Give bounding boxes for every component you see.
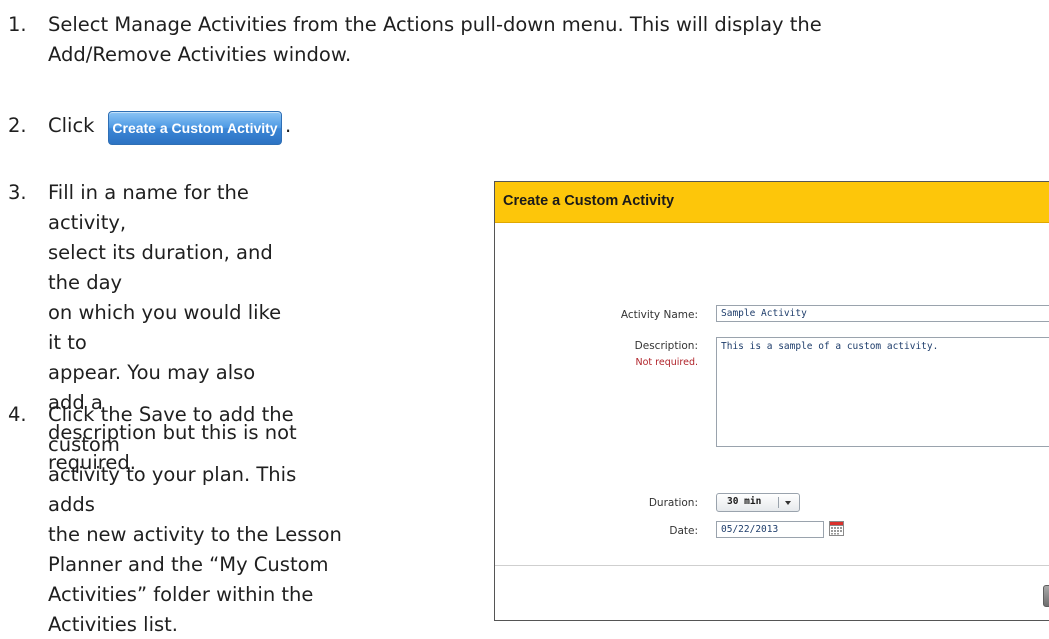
- step-line: Select Manage Activities from the Action…: [48, 13, 822, 36]
- step-3: 3. Fill in a name for the activity, sele…: [8, 178, 448, 474]
- description-textarea[interactable]: This is a sample of a custom activity.: [716, 337, 1049, 447]
- activity-name-input[interactable]: [716, 305, 1049, 322]
- step-line: the new activity to the Lesson: [48, 523, 342, 546]
- step-line: Fill in a name for the activity,: [48, 181, 249, 234]
- save-button[interactable]: [1043, 585, 1049, 607]
- step-1: 1. Select Manage Activities from the Act…: [8, 10, 1048, 72]
- duration-label: Duration:: [648, 497, 698, 509]
- step-line: Activities” folder within the: [48, 583, 314, 606]
- step-line: on which you would like it to: [48, 301, 282, 354]
- duration-select[interactable]: 30 min: [716, 493, 800, 512]
- step-number: 4.: [8, 403, 27, 426]
- activity-name-label: Activity Name:: [620, 309, 698, 321]
- step-trailing-period: .: [285, 114, 292, 137]
- step-line: Click: [48, 114, 95, 137]
- duration-value: 30 min: [727, 496, 762, 507]
- step-number: 3.: [8, 181, 27, 204]
- step-line: Activities list.: [48, 613, 178, 636]
- step-line: activity to your plan. This adds: [48, 463, 297, 516]
- step-line: select its duration, and the day: [48, 241, 273, 294]
- footer-divider: [495, 565, 1049, 566]
- step-2: 2. Click Create a Custom Activity .: [8, 111, 508, 145]
- step-text: Select Manage Activities from the Action…: [48, 10, 1048, 70]
- step-number: 2.: [8, 114, 27, 137]
- step-number: 1.: [8, 13, 27, 36]
- create-custom-activity-button[interactable]: Create a Custom Activity: [108, 111, 282, 145]
- dialog-header: Create a Custom Activity: [495, 182, 1049, 223]
- description-note: Not required.: [635, 357, 699, 368]
- step-line: Add/Remove Activities window.: [48, 43, 352, 66]
- step-line: Click the Save to add the custom: [48, 403, 294, 456]
- calendar-icon[interactable]: [829, 521, 844, 536]
- create-custom-activity-dialog: Create a Custom Activity Activity Name: …: [494, 181, 1049, 621]
- date-input[interactable]: [716, 521, 824, 538]
- dialog-title: Create a Custom Activity: [503, 193, 675, 209]
- chevron-down-icon: [785, 501, 791, 505]
- description-label: Description:: [634, 340, 698, 352]
- date-label: Date:: [669, 525, 698, 537]
- select-divider: [778, 497, 779, 508]
- step-4: 4. Click the Save to add the custom acti…: [8, 400, 448, 639]
- step-line: Planner and the “My Custom: [48, 553, 329, 576]
- step-text: Click the Save to add the custom activit…: [48, 400, 348, 639]
